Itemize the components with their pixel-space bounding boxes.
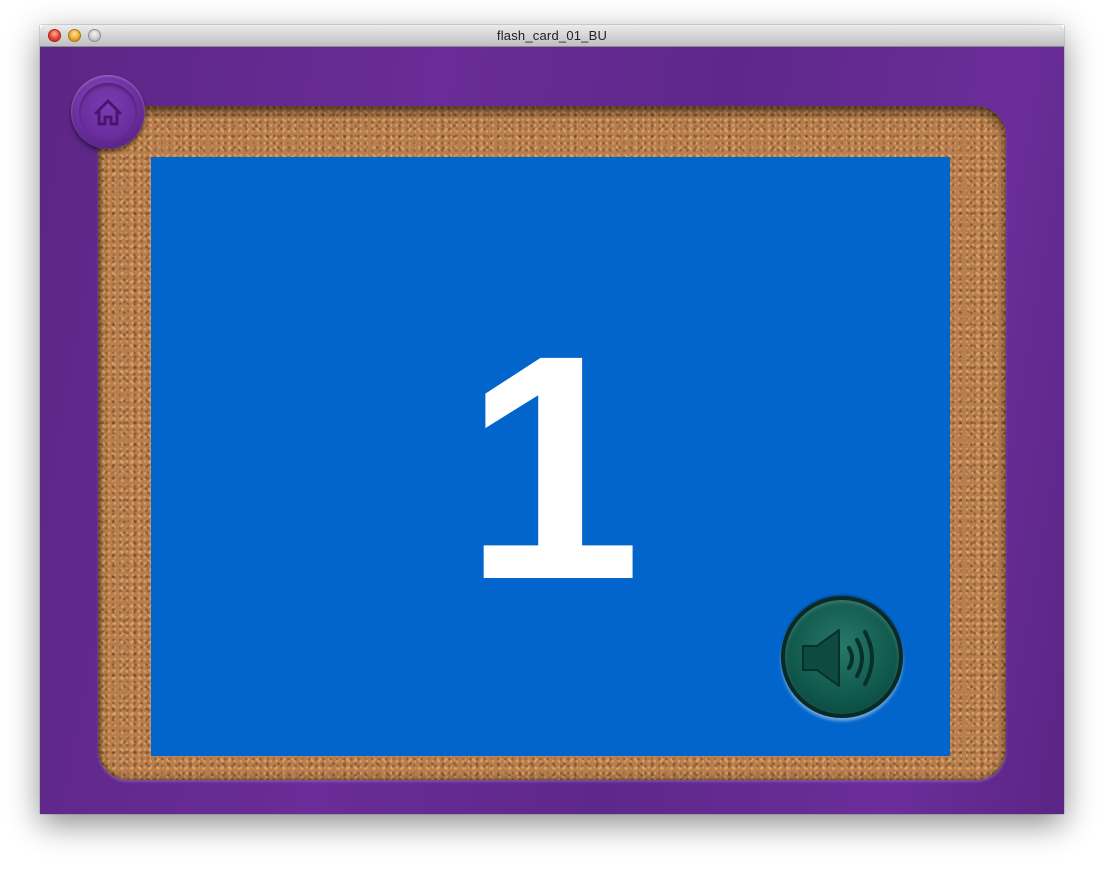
window-title: flash_card_01_BU (496, 28, 608, 43)
home-icon (94, 99, 122, 126)
app-window: flash_card_01_BU 1 (40, 25, 1064, 814)
title-bar: flash_card_01_BU (40, 25, 1064, 47)
app-content: 1 (40, 47, 1064, 814)
card-number: 1 (463, 288, 642, 646)
speaker-icon (802, 629, 874, 687)
home-button[interactable] (71, 75, 145, 149)
play-sound-button[interactable] (781, 596, 903, 718)
